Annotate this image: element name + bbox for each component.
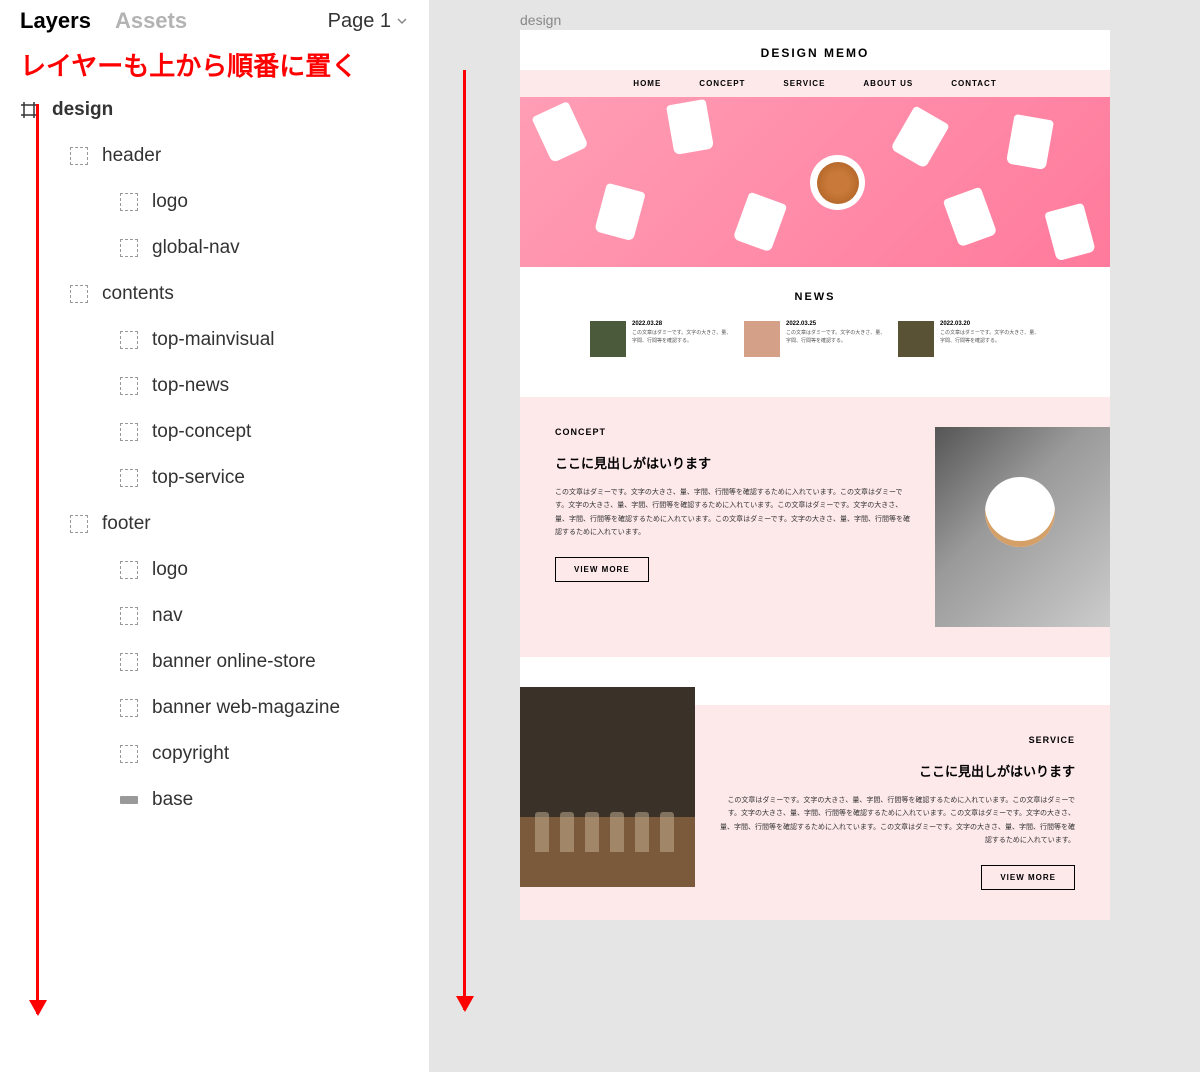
news-section: NEWS 2022.03.28 この文章はダミーです。文字の大きさ、量、字間、行… — [520, 267, 1110, 387]
canvas-frame-label[interactable]: design — [520, 12, 1160, 28]
layer-label: contents — [102, 283, 174, 305]
layer-banner-web-magazine[interactable]: banner web-magazine — [0, 685, 429, 731]
panel-tabs: Layers Assets Page 1 — [0, 0, 429, 42]
layer-global-nav[interactable]: global-nav — [0, 225, 429, 271]
layer-label: design — [52, 99, 113, 121]
site-logo: DESIGN MEMO — [520, 46, 1110, 60]
group-icon — [120, 193, 138, 211]
hero-image — [520, 97, 1110, 267]
service-label: SERVICE — [715, 735, 1075, 745]
nav-item: HOME — [633, 79, 661, 88]
layer-top-mainvisual[interactable]: top-mainvisual — [0, 317, 429, 363]
nav-item: ABOUT US — [863, 79, 913, 88]
concept-heading: ここに見出しがはいります — [555, 453, 915, 472]
concept-label: CONCEPT — [555, 427, 915, 437]
layer-label: banner online-store — [152, 651, 316, 673]
layer-group-footer[interactable]: footer — [0, 501, 429, 547]
layer-label: top-mainvisual — [152, 329, 275, 351]
group-icon — [120, 653, 138, 671]
news-date: 2022.03.20 — [940, 321, 1040, 327]
group-icon — [120, 469, 138, 487]
layer-label: top-news — [152, 375, 229, 397]
news-date: 2022.03.28 — [632, 321, 732, 327]
tab-assets[interactable]: Assets — [115, 8, 187, 34]
page-name: Page 1 — [328, 10, 391, 33]
view-more-button: VIEW MORE — [981, 865, 1075, 890]
news-body: この文章はダミーです。文字の大きさ、量、字間、行間等を確認する。 — [632, 330, 732, 345]
layer-label: copyright — [152, 743, 229, 765]
annotation-text: レイヤーも上から順番に置く — [0, 42, 429, 87]
layer-label: top-concept — [152, 421, 251, 443]
news-title: NEWS — [540, 291, 1090, 303]
site-header: DESIGN MEMO — [520, 30, 1110, 70]
layer-top-service[interactable]: top-service — [0, 455, 429, 501]
group-icon — [70, 515, 88, 533]
nav-item: CONTACT — [951, 79, 997, 88]
view-more-button: VIEW MORE — [555, 557, 649, 582]
service-section: SERVICE ここに見出しがはいります この文章はダミーです。文字の大きさ、量… — [520, 705, 1110, 920]
layer-label: base — [152, 789, 193, 811]
group-icon — [70, 285, 88, 303]
group-icon — [120, 331, 138, 349]
page-selector[interactable]: Page 1 — [328, 10, 409, 33]
news-thumb — [744, 321, 780, 357]
annotation-arrow-left — [36, 104, 39, 1014]
layer-group-contents[interactable]: contents — [0, 271, 429, 317]
layer-logo[interactable]: logo — [0, 179, 429, 225]
news-thumb — [898, 321, 934, 357]
site-nav: HOME CONCEPT SERVICE ABOUT US CONTACT — [520, 70, 1110, 97]
group-icon — [70, 147, 88, 165]
layer-label: banner web-magazine — [152, 697, 340, 719]
layer-label: header — [102, 145, 161, 167]
group-icon — [120, 239, 138, 257]
news-body: この文章はダミーです。文字の大きさ、量、字間、行間等を確認する。 — [940, 330, 1040, 345]
canvas[interactable]: design DESIGN MEMO HOME CONCEPT SERVICE … — [430, 0, 1200, 1072]
nav-item: CONCEPT — [699, 79, 745, 88]
service-body: この文章はダミーです。文字の大きさ、量、字間、行間等を確認するために入れています… — [715, 794, 1075, 847]
layer-label: nav — [152, 605, 183, 627]
layer-footer-logo[interactable]: logo — [0, 547, 429, 593]
layer-footer-nav[interactable]: nav — [0, 593, 429, 639]
news-item: 2022.03.20 この文章はダミーです。文字の大きさ、量、字間、行間等を確認… — [898, 321, 1040, 357]
service-heading: ここに見出しがはいります — [715, 761, 1075, 780]
layer-frame-design[interactable]: design — [0, 87, 429, 133]
layer-label: footer — [102, 513, 151, 535]
layer-label: global-nav — [152, 237, 240, 259]
concept-section: CONCEPT ここに見出しがはいります この文章はダミーです。文字の大きさ、量… — [520, 397, 1110, 657]
group-icon — [120, 561, 138, 579]
layer-copyright[interactable]: copyright — [0, 731, 429, 777]
layer-base[interactable]: base — [0, 777, 429, 823]
news-body: この文章はダミーです。文字の大きさ、量、字間、行間等を確認する。 — [786, 330, 886, 345]
concept-body: この文章はダミーです。文字の大きさ、量、字間、行間等を確認するために入れています… — [555, 486, 915, 539]
concept-image — [935, 427, 1110, 627]
group-icon — [120, 607, 138, 625]
layer-group-header[interactable]: header — [0, 133, 429, 179]
group-icon — [120, 423, 138, 441]
group-icon — [120, 745, 138, 763]
news-item: 2022.03.25 この文章はダミーです。文字の大きさ、量、字間、行間等を確認… — [744, 321, 886, 357]
layer-top-concept[interactable]: top-concept — [0, 409, 429, 455]
news-item: 2022.03.28 この文章はダミーです。文字の大きさ、量、字間、行間等を確認… — [590, 321, 732, 357]
layer-tree: design header logo global-nav contents t… — [0, 87, 429, 1072]
annotation-arrow-right — [463, 70, 466, 1010]
news-date: 2022.03.25 — [786, 321, 886, 327]
layer-label: logo — [152, 559, 188, 581]
rectangle-icon — [120, 796, 138, 804]
layer-label: top-service — [152, 467, 245, 489]
chevron-down-icon — [395, 14, 409, 28]
layer-top-news[interactable]: top-news — [0, 363, 429, 409]
layers-panel: Layers Assets Page 1 レイヤーも上から順番に置く desig… — [0, 0, 430, 1072]
service-image — [520, 687, 695, 887]
layer-label: logo — [152, 191, 188, 213]
group-icon — [120, 699, 138, 717]
news-thumb — [590, 321, 626, 357]
tab-layers[interactable]: Layers — [20, 8, 91, 34]
layer-banner-online-store[interactable]: banner online-store — [0, 639, 429, 685]
design-frame[interactable]: DESIGN MEMO HOME CONCEPT SERVICE ABOUT U… — [520, 30, 1110, 920]
news-grid: 2022.03.28 この文章はダミーです。文字の大きさ、量、字間、行間等を確認… — [540, 321, 1090, 357]
nav-item: SERVICE — [783, 79, 825, 88]
group-icon — [120, 377, 138, 395]
